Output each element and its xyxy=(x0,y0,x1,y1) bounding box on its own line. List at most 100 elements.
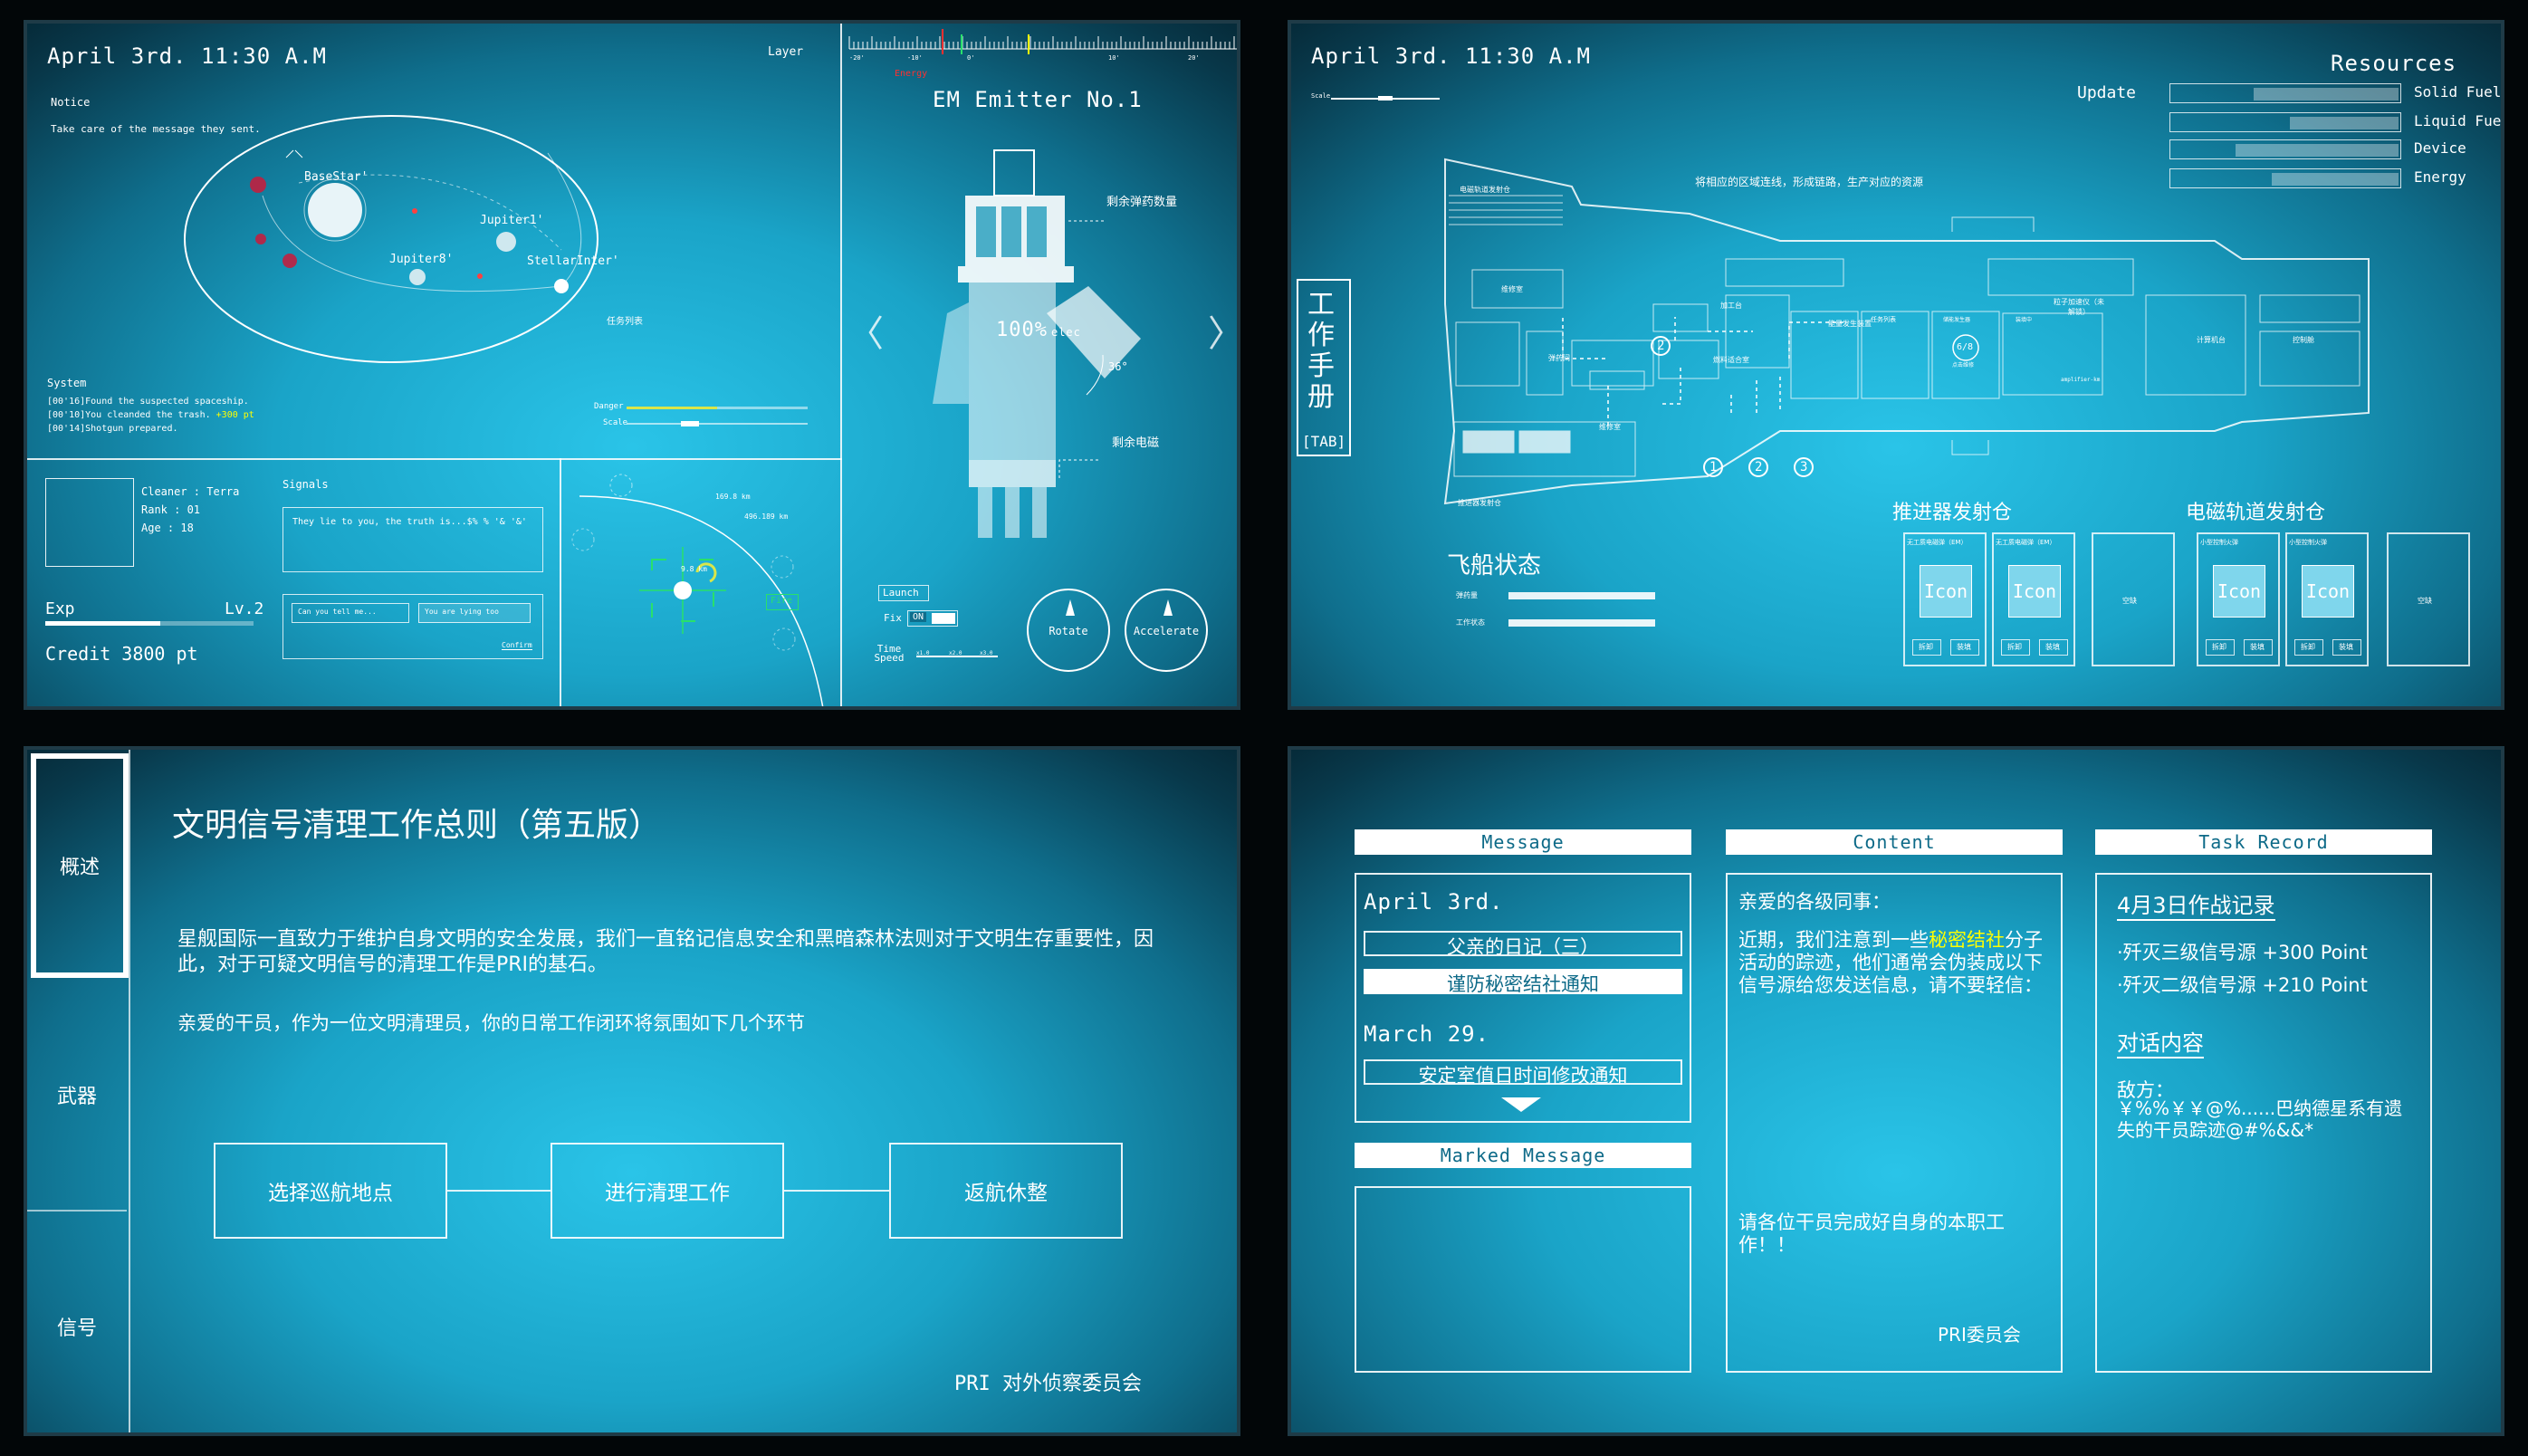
system-log-2: [00'10]You cleanded the trash. +300 pt xyxy=(47,410,254,420)
room-railgun: 电磁轨道发射仓 xyxy=(1460,186,1510,194)
resource-row: Liquid Fuel xyxy=(2169,112,2501,134)
marker-1[interactable]: 1 xyxy=(1709,460,1717,474)
message-item-1[interactable]: 父亲的日记（三） xyxy=(1364,931,1682,958)
resource-bar xyxy=(2169,83,2401,103)
room-thruster: 推进器发射仓 xyxy=(1458,499,1501,507)
room-ammo[interactable]: 弹药间 xyxy=(1548,353,1570,363)
pilot-name: Cleaner : Terra xyxy=(141,485,240,498)
resource-bar xyxy=(2169,139,2401,159)
footer-signature: PRI 对外侦察委员会 xyxy=(954,1373,1142,1395)
weapon-icon: Icon xyxy=(1920,565,1972,618)
accelerate-button[interactable]: Accelerate xyxy=(1125,589,1208,672)
tab-signals[interactable]: 信号 xyxy=(27,1213,127,1432)
room-accelerator: 粒子加速仪（未解锁） xyxy=(2054,298,2104,316)
launch-button[interactable]: Launch xyxy=(878,585,929,601)
marker-2[interactable]: 2 xyxy=(1755,460,1762,474)
exp-bar xyxy=(45,621,254,626)
unload-button[interactable]: 拆卸 xyxy=(1912,639,1941,656)
system-log-3: [00'14]Shotgun prepared. xyxy=(47,424,178,434)
update-button[interactable]: Update xyxy=(2077,83,2136,102)
room-repair-1[interactable]: 维修室 xyxy=(1501,284,1523,294)
weapon-icon: Icon xyxy=(2302,565,2354,618)
slot-name: 小型控制火弹 xyxy=(2289,539,2327,546)
task-title: 4月3日作战记录 xyxy=(2117,887,2275,921)
danger-track xyxy=(627,407,808,409)
message-item-3[interactable]: 安定室值日时间修改通知 xyxy=(1364,1059,1682,1087)
load-button[interactable]: 装填 xyxy=(1950,639,1979,656)
resource-fill xyxy=(2254,88,2399,101)
room-task-list[interactable]: 任务列表 xyxy=(1871,315,1896,324)
ship-map[interactable] xyxy=(1443,158,2370,540)
unload-button[interactable]: 拆卸 xyxy=(2294,639,2323,656)
flow-step-3[interactable]: 返航休整 xyxy=(889,1143,1123,1239)
slot-name: 无工质电磁弹（EM） xyxy=(1907,539,1968,546)
resource-bar xyxy=(2169,112,2401,132)
manual-tab[interactable]: 工作手册 [TAB] xyxy=(1297,279,1351,456)
ruler-tick-10: 10' xyxy=(1108,54,1120,62)
tab-weapons[interactable]: 武器 xyxy=(27,980,127,1212)
radar-dist-2: 496.189 km xyxy=(744,512,789,521)
room-fuel[interactable]: 燃料适合室 xyxy=(1713,355,1749,365)
marked-message-list xyxy=(1355,1186,1691,1373)
dialog-text: ￥%%￥￥@%......巴纳德星系有遗失的干员踪迹@#%&&* xyxy=(2117,1097,2403,1141)
exp-label: Exp xyxy=(45,599,75,618)
marker-2b[interactable]: 2 xyxy=(1657,339,1664,353)
scale-label: Scale xyxy=(603,418,628,427)
reply-input-2[interactable]: You are lying too xyxy=(418,603,531,623)
fix-toggle[interactable]: ON xyxy=(907,610,958,627)
chevron-down-icon[interactable] xyxy=(1501,1097,1541,1112)
weapon-slot[interactable]: 无工质电磁弹（EM） Icon 拆卸 装填 xyxy=(1992,532,2075,666)
radar-view[interactable] xyxy=(561,460,842,710)
content-header: Content xyxy=(1726,829,2063,855)
reply-input-1[interactable]: Can you tell me... xyxy=(292,603,409,623)
ship-status-title: 飞船状态 xyxy=(1447,552,1542,580)
star-label-jupiter1: Jupiter1' xyxy=(480,214,544,227)
room-control[interactable]: 控制舱 xyxy=(2293,335,2314,345)
ammo-label: 剩余弹药数量 xyxy=(1106,196,1178,209)
resource-fill xyxy=(2236,144,2399,157)
load-button[interactable]: 装填 xyxy=(2244,639,2273,656)
tab-overview[interactable]: 概述 xyxy=(31,753,129,978)
railgun-empty-slot[interactable]: 空缺 xyxy=(2387,532,2470,666)
resource-row: Solid Fuel xyxy=(2169,83,2501,105)
weapon-slot[interactable]: 小型控制火弹 Icon 拆卸 装填 xyxy=(2285,532,2369,666)
weapon-slot[interactable]: 小型控制火弹 Icon 拆卸 装填 xyxy=(2197,532,2280,666)
ruler-tick--10: -10' xyxy=(907,54,923,62)
message-date-1: April 3rd. xyxy=(1364,889,1504,915)
room-workbench[interactable]: 加工台 xyxy=(1720,301,1742,311)
prev-arrow[interactable]: 〈 xyxy=(847,304,884,357)
ruler-tick--20: -20' xyxy=(849,54,865,62)
signals-title: Signals xyxy=(282,478,329,491)
percent-display: 100% elec xyxy=(996,319,1081,341)
star-map[interactable] xyxy=(27,24,842,404)
room-computer[interactable]: 计算机台 xyxy=(2197,335,2226,345)
message-item-2[interactable]: 谨防秘密结社通知 xyxy=(1364,969,1682,995)
flow-step-2[interactable]: 进行清理工作 xyxy=(551,1143,784,1239)
load-button[interactable]: 装填 xyxy=(2332,639,2361,656)
unload-button[interactable]: 拆卸 xyxy=(2206,639,2235,656)
load-button[interactable]: 装填 xyxy=(2039,639,2068,656)
unload-button[interactable]: 拆卸 xyxy=(2001,639,2030,656)
system-log-1: [00'16]Found the suspected spaceship. xyxy=(47,397,249,407)
room-generator[interactable]: 能量发生装置 xyxy=(1827,319,1872,329)
slot-name: 小型控制火弹 xyxy=(2200,539,2238,546)
room-repair-2[interactable]: 维修室 xyxy=(1599,422,1621,432)
thruster-title: 推进器发射仓 xyxy=(1892,502,2013,524)
scale-slider[interactable] xyxy=(1331,96,1440,101)
level-label: Lv.2 xyxy=(225,599,264,618)
marker-3[interactable]: 3 xyxy=(1800,460,1807,474)
slot-name: 无工质电磁弹（EM） xyxy=(1996,539,2056,546)
room-counter: 6/8 xyxy=(1957,342,1974,352)
confirm-button[interactable]: Confirm xyxy=(502,641,532,650)
scale-slider[interactable] xyxy=(627,421,808,426)
content-paragraph: 近期，我们注意到一些秘密结社分子活动的踪迹，他们通常会伪装成以下信号源给您发送信… xyxy=(1738,929,2043,996)
flow-step-1[interactable]: 选择巡航地点 xyxy=(214,1143,447,1239)
datetime: April 3rd. 11:30 A.M xyxy=(1311,43,1591,69)
thruster-empty-slot[interactable]: 空缺 xyxy=(2092,532,2175,666)
rotate-button[interactable]: Rotate xyxy=(1027,589,1110,672)
orbit-tag: 任务列表 xyxy=(607,317,643,327)
fire-button[interactable]: Fire xyxy=(766,594,799,610)
status-ammo-label: 弹药量 xyxy=(1456,591,1478,599)
weapon-slot[interactable]: 无工质电磁弹（EM） Icon 拆卸 装填 xyxy=(1903,532,1987,666)
task-item-1: ·歼灭三级信号源 +300 Point xyxy=(2117,942,2368,963)
